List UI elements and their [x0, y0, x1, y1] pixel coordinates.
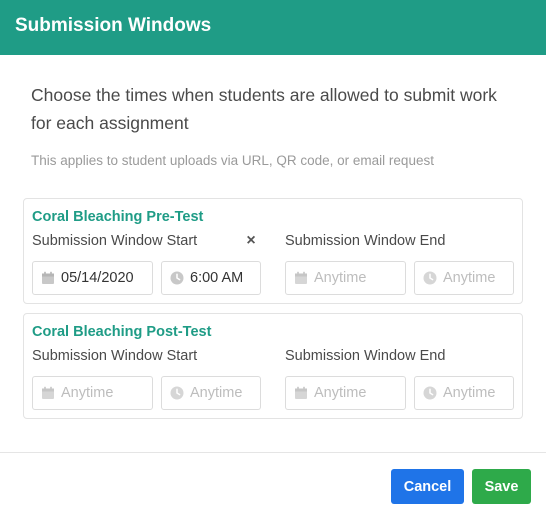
- end-date-placeholder: Anytime: [314, 385, 367, 401]
- assignment-title: Coral Bleaching Pre-Test: [32, 209, 204, 225]
- start-date-input[interactable]: Anytime: [32, 376, 153, 410]
- clock-icon: [170, 386, 184, 400]
- start-time-placeholder: Anytime: [190, 385, 243, 401]
- assignment-card-post-test: Coral Bleaching Post-Test Submission Win…: [23, 313, 523, 419]
- save-button[interactable]: Save: [472, 469, 531, 504]
- modal-header: Submission Windows: [0, 0, 546, 55]
- end-date-placeholder: Anytime: [314, 270, 367, 286]
- assignment-card-pre-test: Coral Bleaching Pre-Test Submission Wind…: [23, 198, 523, 304]
- calendar-icon: [42, 271, 54, 284]
- end-time-placeholder: Anytime: [443, 385, 496, 401]
- clock-icon: [423, 386, 437, 400]
- start-date-input[interactable]: 05/14/2020: [32, 261, 153, 295]
- start-label: Submission Window Start: [32, 233, 198, 249]
- end-date-input[interactable]: Anytime: [285, 376, 406, 410]
- clock-icon: [170, 271, 184, 285]
- intro-text: Choose the times when students are allow…: [31, 85, 497, 133]
- assignment-title: Coral Bleaching Post-Test: [32, 324, 212, 340]
- clock-icon: [423, 271, 437, 285]
- calendar-icon: [42, 386, 54, 399]
- calendar-icon: [295, 386, 307, 399]
- start-label: Submission Window Start: [32, 348, 198, 364]
- footer-divider: [0, 452, 546, 453]
- start-time-input[interactable]: Anytime: [161, 376, 261, 410]
- cancel-button[interactable]: Cancel: [391, 469, 464, 504]
- calendar-icon: [295, 271, 307, 284]
- start-time-value: 6:00 AM: [190, 270, 244, 286]
- end-time-input[interactable]: Anytime: [414, 376, 514, 410]
- start-date-placeholder: Anytime: [61, 385, 114, 401]
- note-text: This applies to student uploads via URL,…: [31, 153, 434, 168]
- close-icon[interactable]: ×: [243, 232, 259, 250]
- end-date-input[interactable]: Anytime: [285, 261, 406, 295]
- end-label: Submission Window End: [285, 348, 446, 364]
- modal-title: Submission Windows: [15, 15, 212, 36]
- end-time-placeholder: Anytime: [443, 270, 496, 286]
- start-date-value: 05/14/2020: [61, 270, 134, 286]
- start-time-input[interactable]: 6:00 AM: [161, 261, 261, 295]
- end-label: Submission Window End: [285, 233, 446, 249]
- end-time-input[interactable]: Anytime: [414, 261, 514, 295]
